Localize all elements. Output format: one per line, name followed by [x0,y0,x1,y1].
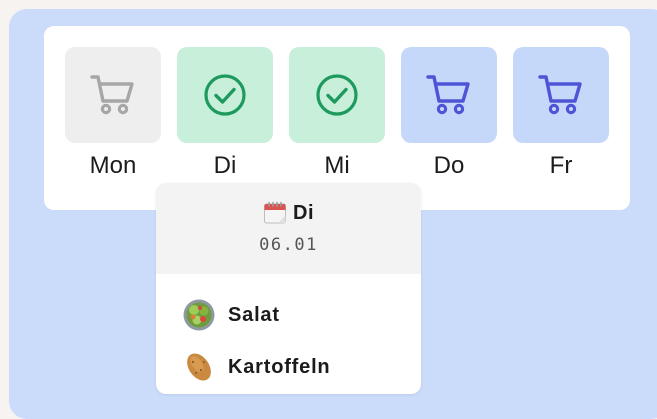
day-tile-wednesday[interactable] [289,47,385,143]
meal-item-salat[interactable]: Salat [182,298,280,332]
check-circle-icon [204,74,246,116]
day-label-wednesday: Mi [324,152,350,179]
meal-name-kartoffeln: Kartoffeln [228,355,331,378]
popup-date: 06.01 [259,235,318,255]
day-tile-thursday[interactable] [401,47,497,143]
day-tile-friday[interactable] [513,47,609,143]
day-label-thursday: Do [433,152,465,179]
cart-icon [90,75,134,115]
day-label-tuesday: Di [213,152,237,179]
popup-title: Di [156,183,421,225]
meal-name-salat: Salat [228,303,280,326]
day-tuesday[interactable]: Di [177,47,273,180]
day-tile-tuesday[interactable] [177,47,273,143]
popup-header: Di 06.01 [156,183,421,274]
day-friday[interactable]: Fr [513,47,609,180]
potato-icon [187,353,211,381]
day-label-monday: Mon [89,152,137,179]
day-detail-popup: Di 06.01 Salat Kartoffeln [156,183,421,394]
calendar-icon [264,201,286,224]
day-monday[interactable]: Mon [65,47,161,180]
meal-item-kartoffeln[interactable]: Kartoffeln [182,350,330,384]
day-wednesday[interactable]: Mi [289,47,385,180]
check-circle-icon [316,74,358,116]
popup-day-name: Di [293,201,314,224]
cart-icon [538,75,582,115]
cart-icon [426,75,470,115]
day-tile-monday[interactable] [65,47,161,143]
day-thursday[interactable]: Do [401,47,497,180]
day-label-friday: Fr [549,152,573,179]
salad-icon [183,299,215,331]
